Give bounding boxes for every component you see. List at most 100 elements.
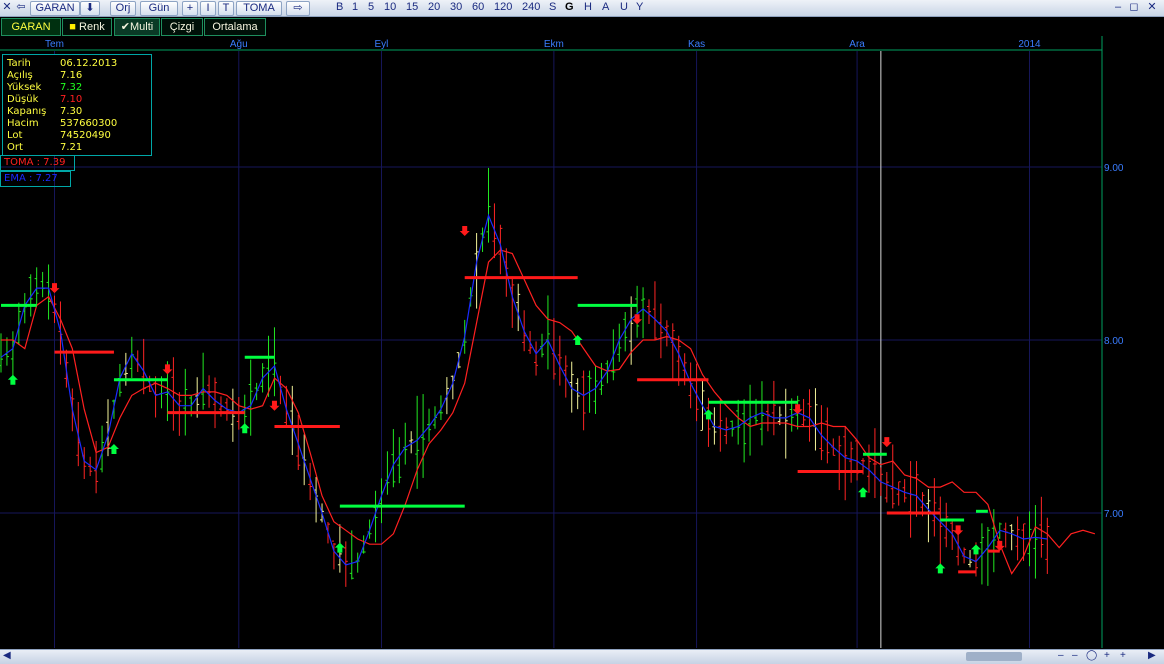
period-1[interactable]: 1: [352, 1, 358, 14]
scroll-thumb[interactable]: [966, 652, 1022, 661]
zoom-out-icon[interactable]: –: [1058, 650, 1064, 661]
x-tick-label: Ağu: [230, 39, 248, 50]
acilis-label: Açılış: [7, 70, 33, 81]
buy-arrow-icon: [334, 542, 345, 553]
info-row-hacim: Hacim 537660300: [7, 118, 147, 130]
i-button[interactable]: I: [200, 1, 216, 16]
zoom-plus-icon[interactable]: +: [1104, 650, 1110, 661]
minimize-icon[interactable]: –: [1112, 1, 1124, 14]
close-window-icon[interactable]: ✕: [2, 1, 12, 14]
acilis-value: 7.16: [60, 70, 83, 81]
zoom-minus-icon[interactable]: –: [1072, 650, 1078, 661]
y-tick-label: 9.00: [1104, 163, 1124, 174]
period-g[interactable]: G: [565, 1, 574, 14]
sell-arrow-icon: [162, 364, 173, 375]
period-b[interactable]: B: [336, 1, 343, 14]
x-tick-label: Eyl: [375, 39, 389, 50]
ort-label: Ort: [7, 142, 23, 153]
period-10[interactable]: 10: [384, 1, 396, 14]
tab-ortalama[interactable]: Ortalama: [204, 18, 266, 36]
checkmark-icon: ✔: [120, 21, 130, 33]
info-row-lot: Lot 74520490: [7, 130, 147, 142]
buy-arrow-icon: [970, 544, 981, 555]
tab-row: GARAN ■ Renk ✔Multi Çizgi Ortalama: [0, 17, 1164, 36]
gun-button[interactable]: Gün: [140, 1, 178, 16]
zoom-reset-icon[interactable]: ◯: [1086, 650, 1097, 661]
tarih-value: 06.12.2013: [60, 58, 118, 69]
signal-levels: [1, 225, 1005, 574]
x-tick-label: Kas: [688, 39, 705, 50]
period-y[interactable]: Y: [636, 1, 643, 14]
x-tick-label: Ara: [849, 39, 865, 50]
toma-indicator-label[interactable]: TOMA : 7.39: [0, 155, 75, 171]
zoom-in-button[interactable]: +: [182, 1, 198, 16]
t-button[interactable]: T: [218, 1, 234, 16]
maximize-icon[interactable]: ◻: [1128, 1, 1140, 14]
download-icon[interactable]: ⬇: [80, 1, 100, 16]
dusuk-label: Düşük: [7, 94, 39, 105]
buy-arrow-icon: [7, 374, 18, 385]
period-5[interactable]: 5: [368, 1, 374, 14]
scroll-right-icon[interactable]: ▶: [1148, 650, 1156, 661]
symbol-selector[interactable]: GARAN: [30, 1, 80, 16]
hacim-label: Hacim: [7, 118, 39, 129]
period-240[interactable]: 240: [522, 1, 540, 14]
period-a[interactable]: A: [602, 1, 609, 14]
y-tick-label: 7.00: [1104, 509, 1124, 520]
axes: Tem Ağu Eyl Ekm Kas Ara 2014 9.00 8.00 7.00: [0, 36, 1124, 648]
dusuk-value: 7.10: [60, 94, 83, 105]
period-120[interactable]: 120: [494, 1, 512, 14]
horizontal-scrollbar[interactable]: ◀ – – ◯ + + ▶: [0, 649, 1164, 664]
period-15[interactable]: 15: [406, 1, 418, 14]
period-30[interactable]: 30: [450, 1, 462, 14]
y-tick-label: 8.00: [1104, 336, 1124, 347]
back-icon[interactable]: ⇦: [16, 1, 26, 14]
ort-value: 7.21: [60, 142, 83, 153]
arrow-right-icon[interactable]: ⇨: [286, 1, 310, 16]
tab-renk[interactable]: ■ Renk: [62, 18, 112, 36]
grid-lines: [0, 51, 1102, 648]
yuksek-value: 7.32: [60, 82, 83, 93]
info-row-dusuk: Düşük 7.10: [7, 94, 147, 106]
x-tick-label: 2014: [1018, 39, 1041, 50]
scroll-left-icon[interactable]: ◀: [3, 650, 11, 661]
tab-cizgi[interactable]: Çizgi: [161, 18, 203, 36]
tarih-label: Tarih: [7, 58, 31, 69]
info-row-yuksek: Yüksek 7.32: [7, 82, 147, 94]
buy-arrow-icon: [935, 563, 946, 574]
period-h[interactable]: H: [584, 1, 592, 14]
ema-indicator-label[interactable]: EMA : 7.27: [0, 171, 71, 187]
tab-multi-label: Multi: [129, 21, 154, 33]
sell-arrow-icon: [632, 314, 643, 325]
zoom-in-icon[interactable]: +: [1120, 650, 1126, 661]
price-chart[interactable]: Tem Ağu Eyl Ekm Kas Ara 2014 9.00 8.00 7.00: [0, 0, 1164, 663]
tab-multi[interactable]: ✔Multi: [114, 18, 160, 36]
sell-arrow-icon: [459, 225, 470, 236]
period-20[interactable]: 20: [428, 1, 440, 14]
lot-value: 74520490: [60, 130, 111, 141]
sell-arrow-icon: [49, 283, 60, 294]
period-u[interactable]: U: [620, 1, 628, 14]
buy-arrow-icon: [572, 334, 583, 345]
color-square-icon: ■: [69, 21, 76, 33]
sell-arrow-icon: [881, 437, 892, 448]
toolbar: ✕ ⇦ GARAN ⬇ Orj Gün + I T TOMA ⇨ B 1 5 1…: [0, 0, 1164, 17]
info-row-kapanis: Kapanış 7.30: [7, 106, 147, 118]
hacim-value: 537660300: [60, 118, 118, 129]
info-row-tarih: Tarih 06.12.2013: [7, 58, 147, 70]
toma-button[interactable]: TOMA: [236, 1, 282, 16]
kapanis-label: Kapanış: [7, 106, 47, 117]
close-icon[interactable]: ✕: [1146, 1, 1158, 14]
orj-button[interactable]: Orj: [110, 1, 136, 16]
buy-arrow-icon: [108, 444, 119, 454]
buy-arrow-icon: [239, 423, 250, 434]
info-row-acilis: Açılış 7.16: [7, 70, 147, 82]
lot-label: Lot: [7, 130, 23, 141]
sell-arrow-icon: [994, 540, 1005, 551]
kapanis-value: 7.30: [60, 106, 83, 117]
sell-arrow-icon: [792, 404, 803, 415]
symbol-tab[interactable]: GARAN: [1, 18, 61, 36]
period-s[interactable]: S: [549, 1, 556, 14]
buy-arrow-icon: [858, 487, 869, 498]
period-60[interactable]: 60: [472, 1, 484, 14]
